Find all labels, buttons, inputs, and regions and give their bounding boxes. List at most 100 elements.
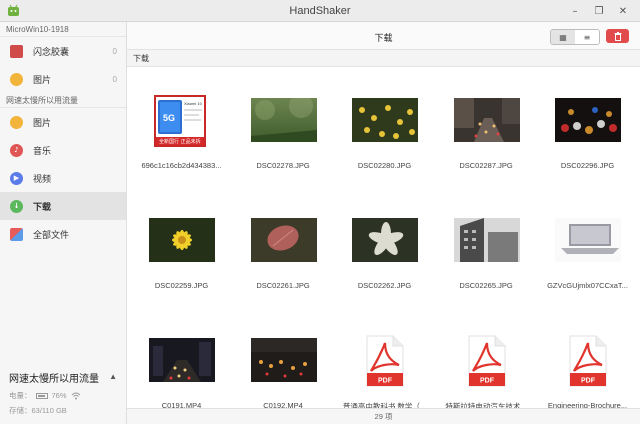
eject-icon[interactable]: ▲ (109, 372, 117, 381)
title-bar: HandShaker – ❐ ✕ (0, 0, 640, 22)
sidebar-item-image[interactable]: 图片 (0, 108, 126, 136)
image-thumbnail: 5G Xiaomi 10 全新国行 正品未拆 (154, 95, 206, 149)
video-thumbnail (149, 338, 215, 384)
file-item[interactable]: C0192.MP4 (233, 307, 334, 408)
sidebar-item-label: 图片 (33, 117, 52, 128)
image-thumbnail (453, 98, 520, 144)
file-name: 普通高中教科书 数学（... (342, 402, 427, 408)
wifi-icon (71, 392, 80, 399)
file-name: C0191.MP4 (161, 401, 202, 408)
music-icon: ♪ (10, 143, 23, 157)
battery-value: 76% (51, 391, 67, 400)
video-icon: ▶ (10, 171, 23, 185)
battery-info: 电量： 76% (9, 390, 117, 401)
trash-icon (614, 31, 621, 41)
sidebar-item-label: 图片 (33, 74, 52, 85)
storage-info: 存储： 63/110 GB (9, 405, 117, 416)
file-item[interactable]: DSC02296.JPG (537, 67, 638, 177)
file-name: 特斯拉特电动汽车技术... (445, 402, 527, 408)
file-item[interactable]: GZVcGUjmlx07CCxaT... (537, 187, 638, 297)
file-name: DSC02261.JPG (256, 281, 310, 290)
close-icon[interactable]: ✕ (612, 3, 634, 19)
image-icon (10, 72, 23, 86)
image-thumbnail (352, 98, 418, 144)
file-name: GZVcGUjmlx07CCxaT... (547, 281, 628, 290)
list-view-icon[interactable]: ≡ (575, 30, 599, 44)
item-count: 0 (112, 46, 117, 56)
breadcrumb[interactable]: 下载 (127, 50, 640, 67)
view-toggle: ▦ ≡ (550, 29, 600, 45)
file-name: DSC02278.JPG (256, 161, 310, 170)
sidebar-item-label: 下载 (33, 201, 52, 212)
pdf-icon: PDF (467, 335, 507, 389)
image-thumbnail (453, 218, 520, 264)
image-thumbnail (555, 98, 621, 144)
device-section-title: MicroWin10-1918 (0, 22, 126, 37)
sidebar-item-music[interactable]: ♪ 音乐 (0, 136, 126, 164)
file-item[interactable]: C0191.MP4 (131, 307, 232, 408)
file-item[interactable]: DSC02259.JPG (131, 187, 232, 297)
grid-view-icon[interactable]: ▦ (551, 30, 575, 44)
svg-text:PDF: PDF (581, 378, 596, 385)
sidebar: MicroWin10-1918 闪念胶囊 0 图片 0 网速太慢所以用流量 图片 ♪ 音乐… (0, 22, 127, 424)
file-name: DSC02259.JPG (154, 281, 209, 290)
battery-icon (35, 392, 48, 399)
file-name: C0192.MP4 (263, 401, 303, 408)
device-name: 网速太慢所以用流量 (9, 374, 99, 385)
file-name: DSC02287.JPG (459, 161, 513, 170)
status-bar: 29 项 (127, 408, 640, 424)
svg-text:全新国行 正品未拆: 全新国行 正品未拆 (159, 138, 201, 145)
phone-section-title: 网速太慢所以用流量 (0, 93, 126, 108)
sidebar-item-label: 音乐 (33, 145, 52, 156)
image-icon (10, 115, 23, 129)
file-name: DSC02265.JPG (459, 281, 513, 290)
sidebar-item-label: 视频 (33, 173, 52, 184)
minimize-icon[interactable]: – (564, 3, 586, 19)
sidebar-item-label: 闪念胶囊 (33, 46, 70, 57)
svg-text:PDF: PDF (480, 378, 495, 385)
item-count: 0 (112, 74, 117, 84)
file-item[interactable]: DSC02278.JPG (233, 67, 334, 177)
file-item[interactable]: 5G Xiaomi 10 全新国行 正品未拆 696c1c16cb2d434383..… (131, 67, 232, 177)
sidebar-item-video[interactable]: ▶ 视频 (0, 164, 126, 192)
window-title: HandShaker (289, 5, 351, 17)
file-item[interactable]: DSC02262.JPG (334, 187, 435, 297)
image-thumbnail (352, 218, 418, 264)
sidebar-item-image[interactable]: 图片 0 (0, 65, 126, 93)
file-item[interactable]: PDF Engineering-Brochure... (537, 307, 638, 408)
file-item[interactable]: DSC02287.JPG (436, 67, 537, 177)
file-grid: 5G Xiaomi 10 全新国行 正品未拆 696c1c16cb2d434383..… (127, 67, 640, 408)
sidebar-item-capsule[interactable]: 闪念胶囊 0 (0, 37, 126, 65)
pdf-icon: PDF (365, 335, 405, 389)
storage-value: 63/110 GB (31, 406, 67, 415)
file-item[interactable]: PDF 特斯拉特电动汽车技术... (436, 307, 537, 408)
device-panel: 网速太慢所以用流量 ▲ 电量： 76% 存储： 63/110 GB (0, 364, 126, 424)
file-item[interactable]: DSC02265.JPG (436, 187, 537, 297)
image-thumbnail (250, 94, 317, 144)
file-name: DSC02296.JPG (560, 161, 615, 170)
sidebar-item-label: 全部文件 (33, 229, 70, 240)
file-item[interactable]: DSC02280.JPG (334, 67, 435, 177)
download-icon: ↓ (10, 199, 23, 213)
delete-button[interactable] (606, 29, 629, 43)
image-thumbnail (250, 218, 317, 264)
battery-label: 电量： (9, 391, 32, 400)
svg-text:PDF: PDF (378, 378, 393, 385)
image-thumbnail (149, 218, 215, 264)
svg-text:Xiaomi 10: Xiaomi 10 (184, 101, 203, 106)
sidebar-item-all-files[interactable]: 全部文件 (0, 220, 126, 248)
file-name: Engineering-Brochure... (547, 401, 628, 408)
toolbar: 下载 ▦ ≡ (127, 22, 640, 50)
capsule-icon (10, 44, 23, 58)
image-thumbnail (555, 218, 621, 264)
video-thumbnail (250, 338, 317, 384)
file-item[interactable]: DSC02261.JPG (233, 187, 334, 297)
file-name: DSC02262.JPG (357, 281, 412, 290)
file-item[interactable]: PDF 普通高中教科书 数学（... (334, 307, 435, 408)
restore-icon[interactable]: ❐ (588, 3, 610, 19)
file-name: 696c1c16cb2d434383... (141, 161, 222, 170)
storage-label: 存储： (9, 406, 32, 415)
pdf-icon: PDF (568, 335, 608, 389)
sidebar-item-download[interactable]: ↓ 下载 (0, 192, 126, 220)
svg-text:5G: 5G (163, 113, 175, 123)
